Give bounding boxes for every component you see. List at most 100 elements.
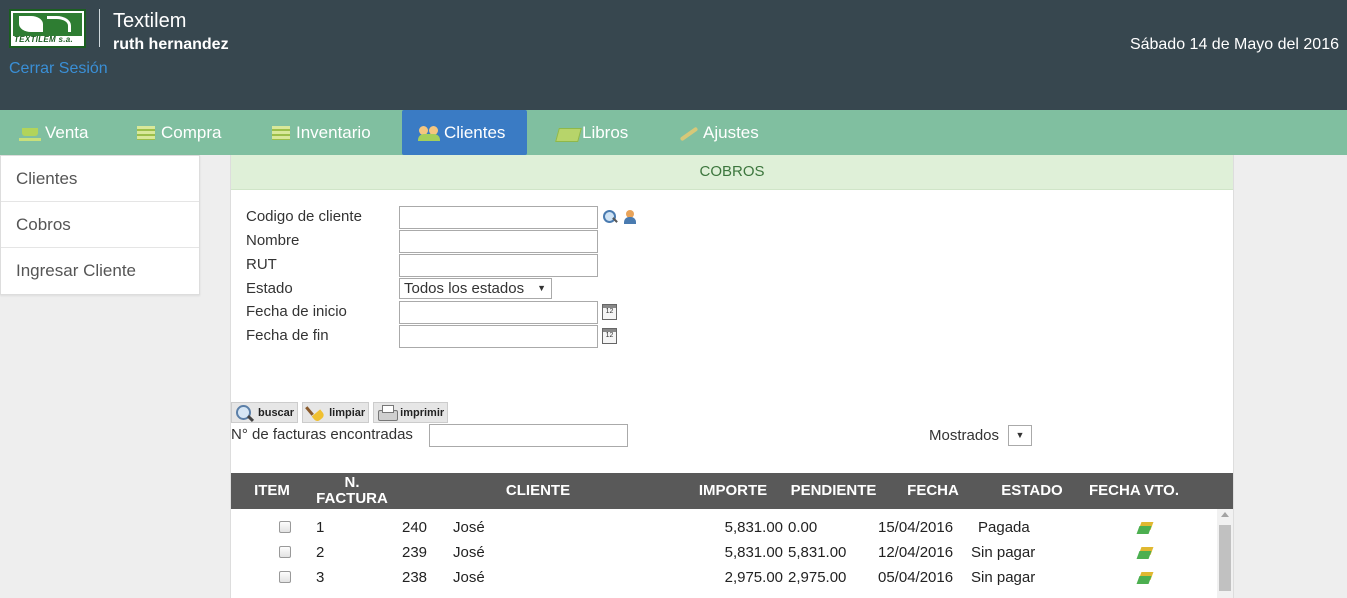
book-icon (556, 125, 578, 141)
form-row-estado: Estado Todos los estados ▼ (246, 278, 666, 300)
estado-select-value: Todos los estados (404, 280, 525, 297)
cart-icon (19, 125, 41, 141)
payment-icon[interactable] (1138, 571, 1154, 585)
fecha-inicio-input[interactable] (399, 301, 598, 324)
limpiar-label: limpiar (329, 406, 366, 419)
buscar-button[interactable]: buscar (231, 402, 299, 423)
table-row: 1 240 José 5,831.00 0.00 15/04/2016 Paga… (231, 516, 1216, 541)
wrench-icon (677, 125, 699, 141)
logout-link[interactable]: Cerrar Sesión (9, 60, 108, 78)
found-count-input[interactable] (429, 424, 628, 447)
search-icon[interactable] (602, 209, 618, 225)
row-checkbox[interactable] (279, 521, 291, 533)
found-count-label: N° de facturas encontradas (231, 426, 413, 443)
cell-cliente: José (453, 544, 485, 561)
col-header-fecha: FECHA (907, 482, 959, 499)
user-search-icon[interactable] (624, 209, 640, 225)
col-header-factura: N. FACTURA (316, 474, 388, 507)
sidebar-item-clientes[interactable]: Clientes (1, 156, 199, 202)
codigo-cliente-input[interactable] (399, 206, 598, 229)
fecha-fin-label: Fecha de fin (246, 327, 329, 344)
form-row-fecha-inicio: Fecha de inicio 12 (246, 301, 666, 324)
form-row-nombre: Nombre (246, 230, 666, 253)
estado-select[interactable]: Todos los estados ▼ (399, 278, 552, 299)
nav-item-inventario[interactable]: Inventario (270, 110, 371, 155)
action-toolbar: buscar limpiar imprimir (231, 402, 449, 423)
cell-pendiente: 0.00 (788, 519, 818, 536)
table-scrollbar[interactable] (1217, 509, 1233, 598)
chevron-down-icon: ▼ (1015, 430, 1025, 440)
current-date: Sábado 14 de Mayo del 2016 (1129, 36, 1339, 53)
scroll-up-arrow-icon[interactable] (1221, 512, 1229, 517)
col-header-item: ITEM (254, 482, 290, 499)
list-icon (270, 125, 292, 141)
company-logo: TEXTILEM s.a. (9, 9, 86, 48)
nav-item-label: Compra (161, 122, 222, 142)
calendar-icon[interactable]: 12 (602, 328, 617, 344)
cell-fecha: 05/04/2016 (878, 569, 954, 586)
shown-select[interactable]: ▼ (1008, 425, 1032, 446)
table-body: 1 240 José 5,831.00 0.00 15/04/2016 Paga… (231, 509, 1233, 598)
imprimir-button[interactable]: imprimir (373, 402, 449, 423)
shown-label: Mostrados (929, 427, 1000, 444)
logo-text: TEXTILEM s.a. (14, 35, 74, 44)
sidebar: Clientes Cobros Ingresar Cliente (0, 155, 200, 295)
user-name: ruth hernandez (113, 36, 229, 53)
nav-item-label: Ajustes (703, 122, 759, 142)
nombre-input[interactable] (399, 230, 598, 253)
estado-label: Estado (246, 280, 293, 297)
main-nav: Venta Compra Inventario Clientes Libros … (0, 110, 1347, 155)
rut-label: RUT (246, 256, 277, 273)
broom-icon (306, 404, 326, 422)
app-name: Textilem (113, 10, 187, 32)
limpiar-button[interactable]: limpiar (302, 402, 370, 423)
users-icon (418, 125, 440, 141)
header-divider (99, 9, 100, 47)
nombre-label: Nombre (246, 232, 300, 249)
nav-item-label: Libros (582, 122, 629, 142)
col-header-pendiente: PENDIENTE (790, 482, 877, 499)
fecha-fin-input[interactable] (399, 325, 598, 348)
cell-item: 1 (316, 519, 325, 536)
cell-estado: Pagada (978, 519, 1030, 536)
nav-item-compra[interactable]: Compra (135, 110, 221, 155)
cell-factura: 238 (402, 569, 428, 586)
scroll-thumb[interactable] (1219, 525, 1231, 591)
cell-estado: Sin pagar (971, 544, 1036, 561)
nav-item-ajustes[interactable]: Ajustes (677, 110, 759, 155)
payment-icon[interactable] (1138, 521, 1154, 535)
cell-importe: 5,831.00 (724, 519, 783, 536)
cell-importe: 5,831.00 (724, 544, 783, 561)
cell-fecha: 12/04/2016 (878, 544, 954, 561)
calendar-icon[interactable]: 12 (602, 304, 617, 320)
cobros-panel: COBROS Codigo de cliente Nombre RUT Esta… (230, 155, 1234, 598)
codigo-label: Codigo de cliente (246, 208, 362, 225)
nav-item-label: Venta (45, 122, 89, 142)
sidebar-item-ingresar-cliente[interactable]: Ingresar Cliente (1, 248, 199, 294)
row-checkbox[interactable] (279, 571, 291, 583)
payment-icon[interactable] (1138, 546, 1154, 560)
list-icon (135, 125, 157, 141)
cell-pendiente: 2,975.00 (788, 569, 847, 586)
table-row: 2 239 José 5,831.00 5,831.00 12/04/2016 … (231, 541, 1216, 566)
cell-importe: 2,975.00 (724, 569, 783, 586)
rut-input[interactable] (399, 254, 598, 277)
app-header: TEXTILEM s.a. Textilem ruth hernandez Ce… (0, 0, 1347, 110)
cell-fecha: 15/04/2016 (878, 519, 954, 536)
cell-factura: 239 (402, 544, 428, 561)
form-row-rut: RUT (246, 254, 666, 277)
imprimir-label: imprimir (400, 406, 445, 419)
sidebar-item-cobros[interactable]: Cobros (1, 202, 199, 248)
col-header-cliente: CLIENTE (505, 482, 571, 499)
col-header-importe: IMPORTE (698, 482, 768, 499)
nav-item-label: Clientes (444, 122, 506, 142)
cell-item: 2 (316, 544, 325, 561)
nav-item-clientes[interactable]: Clientes (402, 110, 527, 155)
form-row-codigo: Codigo de cliente (246, 206, 666, 229)
nav-item-venta[interactable]: Venta (19, 110, 89, 155)
nav-item-libros[interactable]: Libros (556, 110, 628, 155)
form-row-fecha-fin: Fecha de fin 12 (246, 325, 666, 348)
dropdown-arrow-icon: ▼ (537, 283, 546, 293)
cell-cliente: José (453, 519, 485, 536)
row-checkbox[interactable] (279, 546, 291, 558)
